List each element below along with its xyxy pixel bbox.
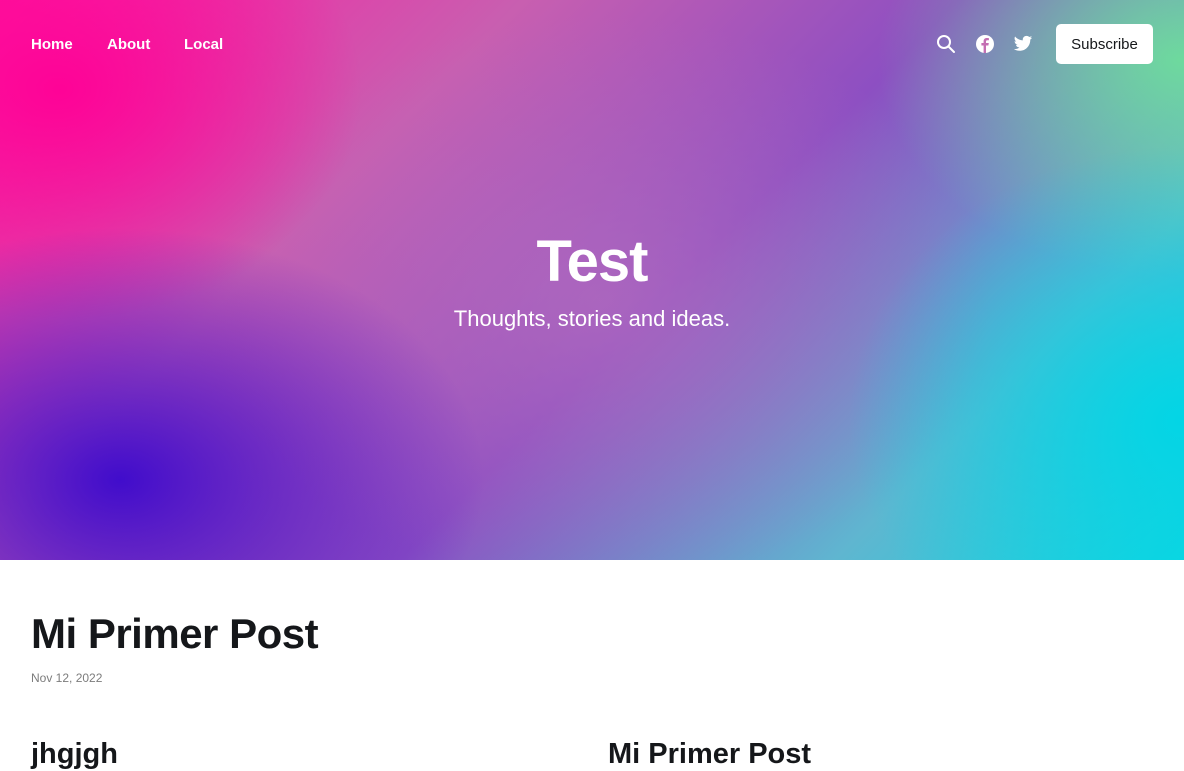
nav-home-link[interactable]: Home	[31, 36, 73, 53]
subscribe-button[interactable]: Subscribe	[1056, 24, 1153, 64]
site-nav: Home About Local Subscribe	[0, 0, 1184, 90]
facebook-icon[interactable]	[974, 33, 996, 55]
site-hero: Home About Local Subscribe Test Thoughts…	[0, 0, 1184, 560]
post-card-title[interactable]: Mi Primer Post	[608, 738, 811, 771]
featured-post-date: Nov 12, 2022	[31, 671, 103, 685]
twitter-icon[interactable]	[1012, 33, 1034, 55]
post-card-title[interactable]: jhgjgh	[31, 738, 118, 771]
search-icon[interactable]	[935, 33, 957, 55]
nav-about-link[interactable]: About	[107, 36, 150, 53]
site-title: Test	[536, 229, 649, 294]
site-description: Thoughts, stories and ideas.	[453, 306, 731, 331]
featured-post-title[interactable]: Mi Primer Post	[31, 610, 319, 658]
nav-local-link[interactable]: Local	[184, 36, 223, 53]
